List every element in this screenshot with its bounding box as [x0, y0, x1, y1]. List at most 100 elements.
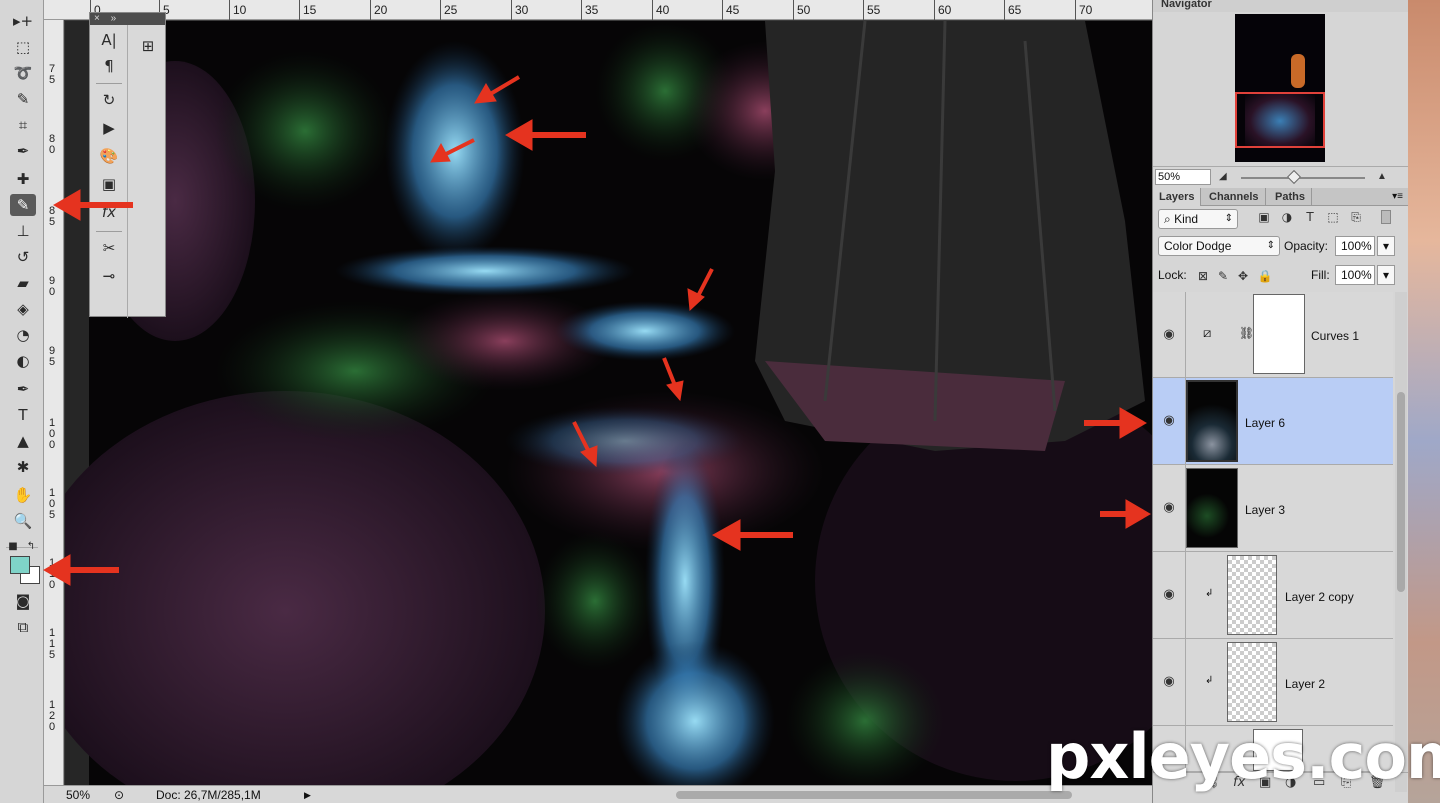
zoom-level[interactable]: 50%	[66, 786, 90, 803]
ruler-tick: 8 0	[48, 133, 56, 156]
layer-name[interactable]: Layer 2 copy	[1285, 590, 1354, 604]
eyedropper-tool-icon[interactable]: ✒	[10, 140, 36, 162]
clone-stamp-tool-icon[interactable]: ⊥	[10, 220, 36, 242]
blend-mode-select[interactable]: Color Dodge ⇕	[1158, 236, 1280, 256]
lasso-tool-icon[interactable]: ➰	[10, 62, 36, 84]
opacity-dropdown-icon[interactable]: ▾	[1377, 236, 1395, 256]
filter-kind-select[interactable]: ⌕ Kind ⇕	[1158, 209, 1238, 229]
scrollbar-thumb[interactable]	[1397, 392, 1405, 592]
history-panel-icon[interactable]: ↻	[96, 89, 122, 111]
screen-mode-icon[interactable]: ⧉	[10, 616, 36, 638]
layer-row-layer-3[interactable]: ◉ Layer 3	[1153, 465, 1393, 552]
lock-all-icon[interactable]: 🔒	[1257, 269, 1273, 283]
layer-row-layer-6[interactable]: ◉ Layer 6	[1153, 378, 1393, 465]
fx-panel-icon[interactable]: fx	[96, 201, 122, 223]
dodge-tool-icon[interactable]: ◐	[10, 350, 36, 372]
swap-colors-icon[interactable]: ↰	[24, 535, 38, 557]
default-colors-icon[interactable]: ■	[6, 535, 20, 557]
navigator-zoom-field[interactable]: 50%	[1155, 169, 1211, 185]
quick-mask-icon[interactable]: ◙	[10, 590, 36, 612]
layer-name[interactable]: Layer 6	[1245, 416, 1285, 430]
layer-thumbnail[interactable]	[1227, 642, 1277, 722]
lock-position-icon[interactable]: ✥	[1235, 269, 1251, 283]
quick-select-tool-icon[interactable]: ✎	[10, 88, 36, 110]
clipping-mask-icon: ↲	[1205, 675, 1214, 686]
tab-layers[interactable]: Layers	[1153, 188, 1202, 206]
smart-object-filter-icon[interactable]: ⎘	[1348, 210, 1364, 224]
navigator-zoom-slider[interactable]	[1241, 177, 1365, 179]
brush-presets-panel-icon[interactable]: ✂	[96, 237, 122, 259]
tab-channels[interactable]: Channels	[1203, 188, 1266, 206]
zoom-in-icon[interactable]: ▲	[1377, 171, 1387, 182]
eye-icon[interactable]: ◉	[1161, 587, 1177, 602]
pixel-filter-icon[interactable]: ▣	[1256, 210, 1272, 224]
zoom-out-icon[interactable]: ◢	[1219, 171, 1227, 182]
eye-icon[interactable]: ◉	[1161, 327, 1177, 342]
layers-scrollbar[interactable]	[1395, 292, 1407, 792]
filter-toggle[interactable]	[1381, 210, 1391, 224]
status-menu-icon[interactable]: ▶	[304, 786, 311, 803]
layer-thumbnail[interactable]	[1186, 468, 1238, 548]
layer-mask-thumbnail[interactable]	[1253, 294, 1305, 374]
document-canvas[interactable]	[65, 21, 1152, 785]
layer-row-layer-2-copy[interactable]: ◉ ↲ Layer 2 copy	[1153, 552, 1393, 639]
character-panel-icon[interactable]: A|	[96, 29, 122, 51]
styles-panel-icon[interactable]: ▣	[96, 173, 122, 195]
type-filter-icon[interactable]: T	[1302, 210, 1318, 224]
panel-header[interactable]: × »	[90, 13, 165, 25]
healing-brush-tool-icon[interactable]: ✚	[10, 168, 36, 190]
history-brush-tool-icon[interactable]: ↺	[10, 246, 36, 268]
layer-name[interactable]: Curves 1	[1311, 329, 1359, 343]
floating-tool-panel: × » A| ¶ ↻ ▶ 🎨 ▣ fx ✂ ⊸ ⊞	[89, 12, 166, 318]
shape-filter-icon[interactable]: ⬚	[1325, 210, 1341, 224]
brush-tool-icon[interactable]: ✎	[10, 194, 36, 216]
eraser-tool-icon[interactable]: ▰	[10, 272, 36, 294]
ruler-tick: 35	[581, 0, 598, 20]
fill-dropdown-icon[interactable]: ▾	[1377, 265, 1395, 285]
hand-tool-icon[interactable]: ✋	[10, 484, 36, 506]
opacity-field[interactable]: 100%	[1335, 236, 1375, 256]
lock-image-icon[interactable]: ✎	[1215, 269, 1231, 283]
panel-menu-icon[interactable]: ▾≡	[1392, 191, 1403, 202]
status-info-icon[interactable]: ⊙	[114, 786, 124, 803]
paragraph-panel-icon[interactable]: ¶	[96, 55, 122, 77]
navigator-view-box[interactable]	[1235, 92, 1325, 148]
foreground-color-swatch[interactable]	[10, 556, 30, 574]
slider-knob[interactable]	[1286, 169, 1302, 185]
tab-paths[interactable]: Paths	[1269, 188, 1312, 206]
swatches-panel-icon[interactable]: 🎨	[96, 145, 122, 167]
crop-tool-icon[interactable]: ⌗	[10, 114, 36, 136]
ruler-tick: 1 1 5	[48, 627, 56, 661]
paint-bucket-tool-icon[interactable]: ◈	[10, 298, 36, 320]
path-selection-tool-icon[interactable]: ▲	[10, 430, 36, 452]
custom-shape-tool-icon[interactable]: ✱	[10, 456, 36, 478]
layer-name[interactable]: Layer 2	[1285, 677, 1325, 691]
navigator-thumbnail[interactable]	[1235, 14, 1325, 162]
lock-transparent-icon[interactable]: ⊠	[1195, 269, 1211, 283]
adjustment-filter-icon[interactable]: ◑	[1279, 210, 1295, 224]
ruler-tick: 65	[1004, 0, 1021, 20]
layer-thumbnail[interactable]	[1227, 555, 1277, 635]
pen-tool-icon[interactable]: ✒	[10, 378, 36, 400]
eye-icon[interactable]: ◉	[1161, 413, 1177, 428]
layer-row-curves-1[interactable]: ◉ ⧄ ⛓ Curves 1	[1153, 292, 1393, 378]
link-icon[interactable]: ⛓	[1239, 326, 1254, 340]
horizontal-scrollbar[interactable]	[676, 791, 1072, 799]
layer-thumbnail[interactable]	[1186, 380, 1238, 462]
ruler-tick: 1 2 0	[48, 699, 56, 733]
fill-field[interactable]: 100%	[1335, 265, 1375, 285]
actions-panel-icon[interactable]: ▶	[96, 117, 122, 139]
clipping-mask-icon: ↲	[1205, 588, 1214, 599]
zoom-tool-icon[interactable]: 🔍	[10, 510, 36, 532]
type-tool-icon[interactable]: T	[10, 404, 36, 426]
eye-icon[interactable]: ◉	[1161, 674, 1177, 689]
layer-name[interactable]: Layer 3	[1245, 503, 1285, 517]
properties-panel-icon[interactable]: ⊞	[135, 35, 161, 57]
right-panel-dock: Navigator 50% ◢ ▲ Layers Channels Paths …	[1152, 0, 1409, 803]
layer-row-layer-2[interactable]: ◉ ↲ Layer 2	[1153, 639, 1393, 726]
eye-icon[interactable]: ◉	[1161, 500, 1177, 515]
move-tool-icon[interactable]: ▸+	[10, 10, 36, 32]
blur-tool-icon[interactable]: ◔	[10, 324, 36, 346]
marquee-tool-icon[interactable]: ⬚	[10, 36, 36, 58]
adjustments-panel-icon[interactable]: ⊸	[96, 265, 122, 287]
